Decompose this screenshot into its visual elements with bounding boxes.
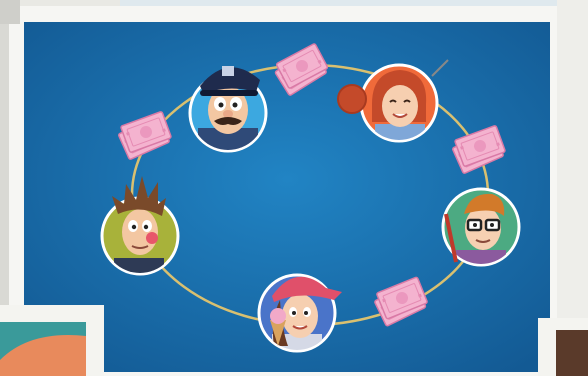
illustration-canvas	[0, 0, 588, 376]
corner-card-top-left	[0, 0, 20, 24]
corner-card-bottom-left	[0, 305, 104, 376]
corner-card-bottom-right	[538, 318, 588, 376]
